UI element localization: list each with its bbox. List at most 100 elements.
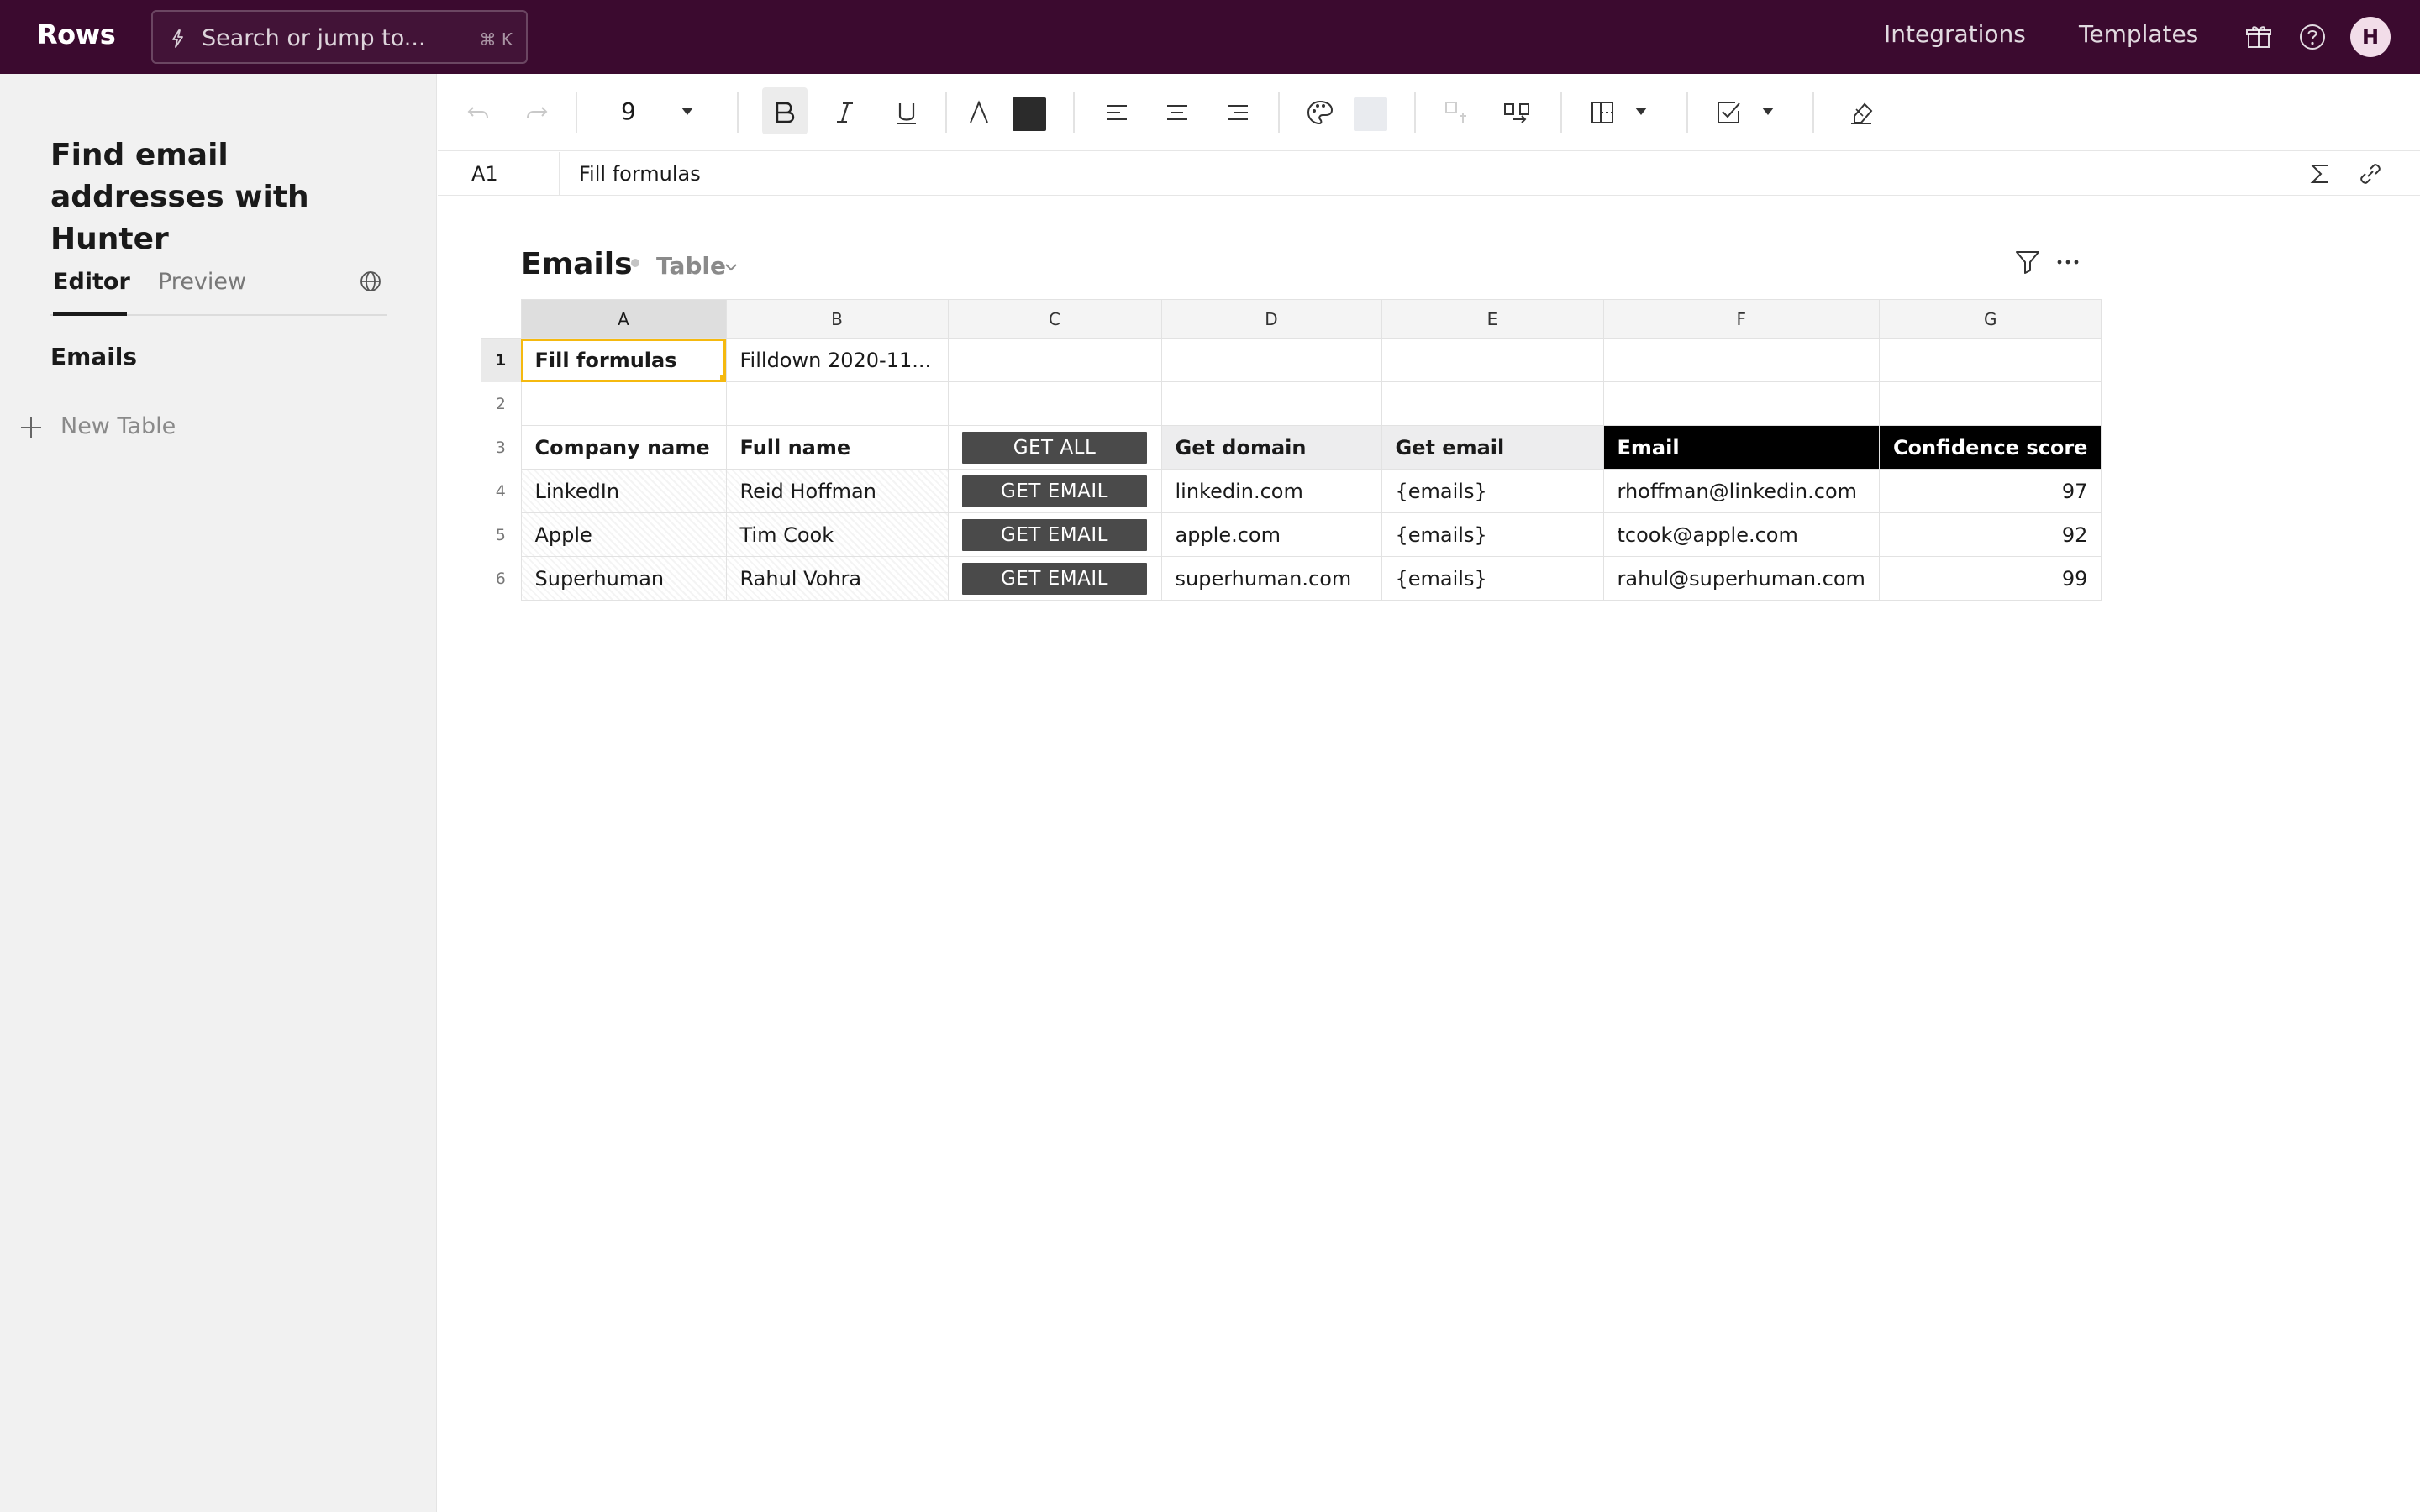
tab-editor[interactable]: Editor: [53, 269, 130, 316]
cell-email[interactable]: tcook@apple.com: [1602, 512, 1880, 557]
get-all-button[interactable]: GET ALL: [962, 431, 1147, 464]
header-confidence-score[interactable]: Confidence score: [1878, 425, 2102, 470]
clear-format-icon[interactable]: [1846, 97, 1876, 128]
cell-c1[interactable]: [947, 338, 1162, 382]
cell-confidence[interactable]: 92: [1878, 512, 2102, 557]
header-get-domain[interactable]: Get domain: [1160, 425, 1382, 470]
cell-reference[interactable]: A1: [471, 162, 498, 186]
cell-e2[interactable]: [1381, 381, 1604, 426]
header-company-name[interactable]: Company name: [520, 425, 727, 470]
cell-company[interactable]: Superhuman: [520, 556, 727, 601]
document-title[interactable]: Find email addresses with Hunter: [50, 134, 403, 260]
cell-b2[interactable]: [725, 381, 949, 426]
cell-domain[interactable]: superhuman.com: [1160, 556, 1382, 601]
cell-company[interactable]: Apple: [520, 512, 727, 557]
column-header-f[interactable]: F: [1602, 299, 1880, 339]
rows-logo[interactable]: Rows: [37, 18, 116, 50]
fill-handle[interactable]: [719, 375, 725, 381]
help-icon[interactable]: [2297, 22, 2328, 52]
grid-corner: [481, 299, 521, 339]
header-full-name[interactable]: Full name: [725, 425, 949, 470]
cell-email[interactable]: rhoffman@linkedin.com: [1602, 469, 1880, 513]
column-header-b[interactable]: B: [725, 299, 949, 339]
redo-icon[interactable]: [522, 97, 552, 128]
cell-full-name[interactable]: Tim Cook: [725, 512, 949, 557]
cell-f2[interactable]: [1602, 381, 1880, 426]
cell-emails[interactable]: {emails}: [1381, 469, 1604, 513]
nav-templates[interactable]: Templates: [2079, 20, 2198, 48]
undo-icon[interactable]: [463, 97, 493, 128]
borders-dropdown-icon[interactable]: [1635, 108, 1647, 115]
font-size-dropdown-icon[interactable]: [681, 108, 693, 115]
checkbox-dropdown-icon[interactable]: [1762, 108, 1774, 115]
cell-b1[interactable]: Filldown 2020-11...: [725, 338, 949, 382]
text-color-icon[interactable]: [964, 97, 994, 128]
text-color-swatch[interactable]: [1013, 97, 1046, 131]
cell-full-name[interactable]: Rahul Vohra: [725, 556, 949, 601]
cell-domain[interactable]: linkedin.com: [1160, 469, 1382, 513]
cell-c2[interactable]: [947, 381, 1162, 426]
row-number[interactable]: 2: [481, 381, 522, 426]
avatar[interactable]: H: [2350, 17, 2391, 57]
fill-color-swatch[interactable]: [1354, 97, 1387, 131]
cell-d1[interactable]: [1160, 338, 1382, 382]
sigma-icon[interactable]: [2305, 159, 2335, 189]
column-header-d[interactable]: D: [1160, 299, 1382, 339]
cell-d2[interactable]: [1160, 381, 1382, 426]
checkbox-format-icon[interactable]: [1713, 97, 1744, 128]
cell-confidence[interactable]: 97: [1878, 469, 2102, 513]
column-header-g[interactable]: G: [1878, 299, 2102, 339]
cell-a1-value: Fill formulas: [534, 348, 677, 372]
cell-full-name[interactable]: Reid Hoffman: [725, 469, 949, 513]
formula-input[interactable]: Fill formulas: [579, 162, 701, 186]
cell-g2[interactable]: [1878, 381, 2102, 426]
more-options-icon[interactable]: [2053, 247, 2083, 277]
search-bar[interactable]: Search or jump to... ⌘ K: [151, 10, 528, 64]
align-center-icon[interactable]: [1162, 97, 1192, 128]
table-title[interactable]: Emails: [521, 247, 633, 281]
cell-company[interactable]: LinkedIn: [520, 469, 727, 513]
cell-emails[interactable]: {emails}: [1381, 512, 1604, 557]
cell-a2[interactable]: [520, 381, 727, 426]
merge-cells-icon[interactable]: [1441, 97, 1471, 128]
cell-email[interactable]: rahul@superhuman.com: [1602, 556, 1880, 601]
borders-icon[interactable]: [1587, 97, 1618, 128]
row-number[interactable]: 3: [481, 425, 522, 470]
header-get-email[interactable]: Get email: [1381, 425, 1604, 470]
row-number[interactable]: 5: [481, 512, 522, 557]
chevron-down-icon[interactable]: [723, 259, 739, 276]
cell-a1[interactable]: Fill formulas: [520, 338, 727, 382]
column-header-e[interactable]: E: [1381, 299, 1604, 339]
table-type-dropdown[interactable]: Table: [656, 252, 726, 280]
italic-icon[interactable]: [830, 97, 860, 128]
get-email-button[interactable]: GET EMAIL: [962, 475, 1147, 507]
tab-preview[interactable]: Preview: [158, 269, 246, 316]
align-right-icon[interactable]: [1223, 97, 1253, 128]
wrap-text-icon[interactable]: [1502, 97, 1532, 128]
filter-icon[interactable]: [2013, 247, 2042, 276]
row-number[interactable]: 6: [481, 556, 522, 601]
cell-g1[interactable]: [1878, 338, 2102, 382]
globe-icon[interactable]: [358, 269, 383, 294]
get-email-button[interactable]: GET EMAIL: [962, 562, 1147, 595]
cell-f1[interactable]: [1602, 338, 1880, 382]
column-header-a[interactable]: A: [520, 299, 727, 339]
cell-domain[interactable]: apple.com: [1160, 512, 1382, 557]
header-email[interactable]: Email: [1602, 425, 1880, 470]
nav-integrations[interactable]: Integrations: [1884, 20, 2026, 48]
font-size-value[interactable]: 9: [621, 97, 636, 125]
palette-icon[interactable]: [1305, 97, 1335, 128]
bold-icon[interactable]: [770, 97, 800, 128]
row-number[interactable]: 1: [481, 338, 522, 382]
get-email-button[interactable]: GET EMAIL: [962, 518, 1147, 551]
gift-icon[interactable]: [2244, 22, 2274, 52]
cell-e1[interactable]: [1381, 338, 1604, 382]
cell-confidence[interactable]: 99: [1878, 556, 2102, 601]
row-number[interactable]: 4: [481, 469, 522, 513]
column-header-c[interactable]: C: [947, 299, 1162, 339]
sidebar-item-emails[interactable]: Emails: [50, 343, 137, 370]
link-icon[interactable]: [2355, 159, 2386, 189]
cell-emails[interactable]: {emails}: [1381, 556, 1604, 601]
underline-icon[interactable]: [892, 97, 922, 128]
align-left-icon[interactable]: [1102, 97, 1132, 128]
